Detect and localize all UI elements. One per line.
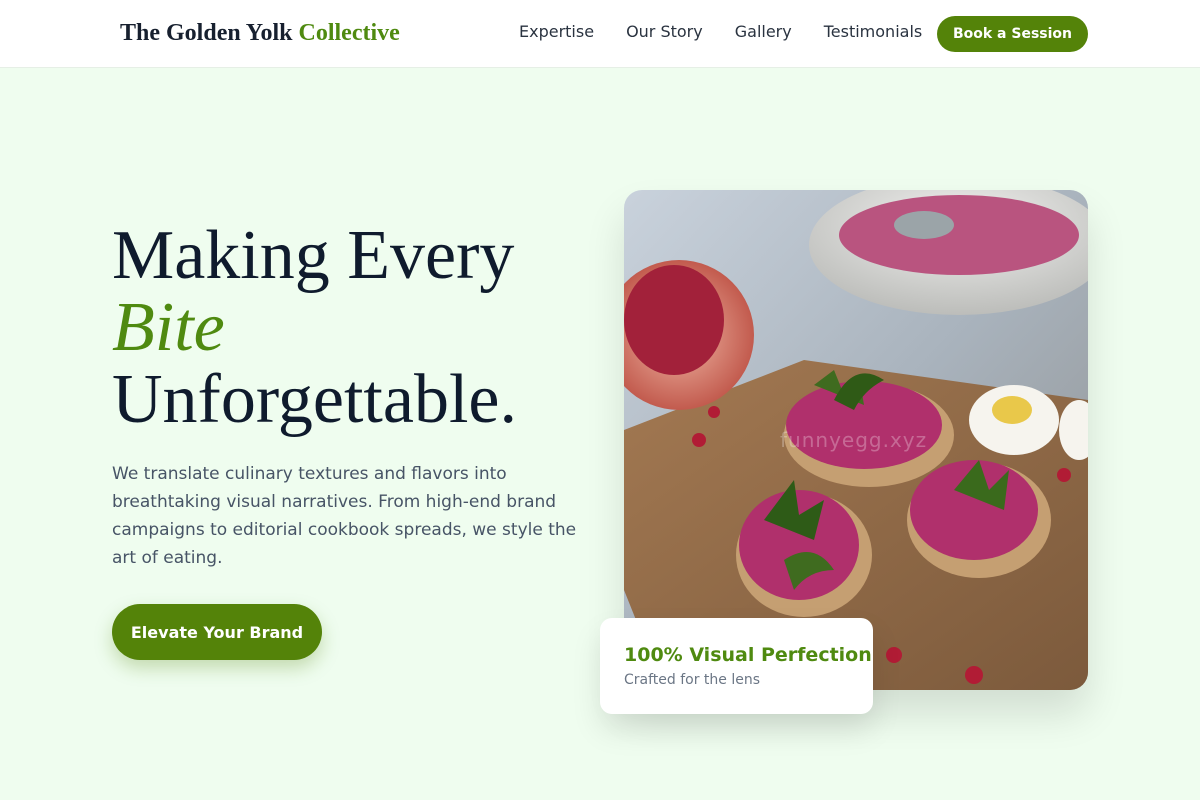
stat-card-subtitle: Crafted for the lens <box>624 672 761 688</box>
stat-card: 100% Visual Perfection Crafted for the l… <box>600 618 873 714</box>
stat-card-title: 100% Visual Perfection <box>624 644 872 666</box>
brand-logo[interactable]: The Golden Yolk Collective <box>120 20 400 47</box>
brand-accent: Collective <box>298 20 400 46</box>
main-nav: Expertise Our Story Gallery Testimonials <box>519 22 922 41</box>
elevate-brand-button[interactable]: Elevate Your Brand <box>112 604 322 660</box>
brand-name: The Golden Yolk <box>120 20 293 46</box>
site-header: The Golden Yolk Collective Expertise Our… <box>0 0 1200 68</box>
book-session-button[interactable]: Book a Session <box>937 16 1088 52</box>
nav-link-testimonials[interactable]: Testimonials <box>824 22 923 41</box>
headline-italic-word: Bite <box>112 289 225 366</box>
image-watermark: funnyegg.xyz <box>780 428 928 452</box>
nav-link-gallery[interactable]: Gallery <box>735 22 792 41</box>
hero-description: We translate culinary textures and flavo… <box>112 464 577 568</box>
headline-line-3: Unforgettable. <box>112 361 517 438</box>
hero-headline: Making Every Bite Unforgettable. <box>112 220 592 436</box>
headline-line-1: Making Every <box>112 217 515 294</box>
nav-link-our-story[interactable]: Our Story <box>626 22 703 41</box>
nav-link-expertise[interactable]: Expertise <box>519 22 594 41</box>
